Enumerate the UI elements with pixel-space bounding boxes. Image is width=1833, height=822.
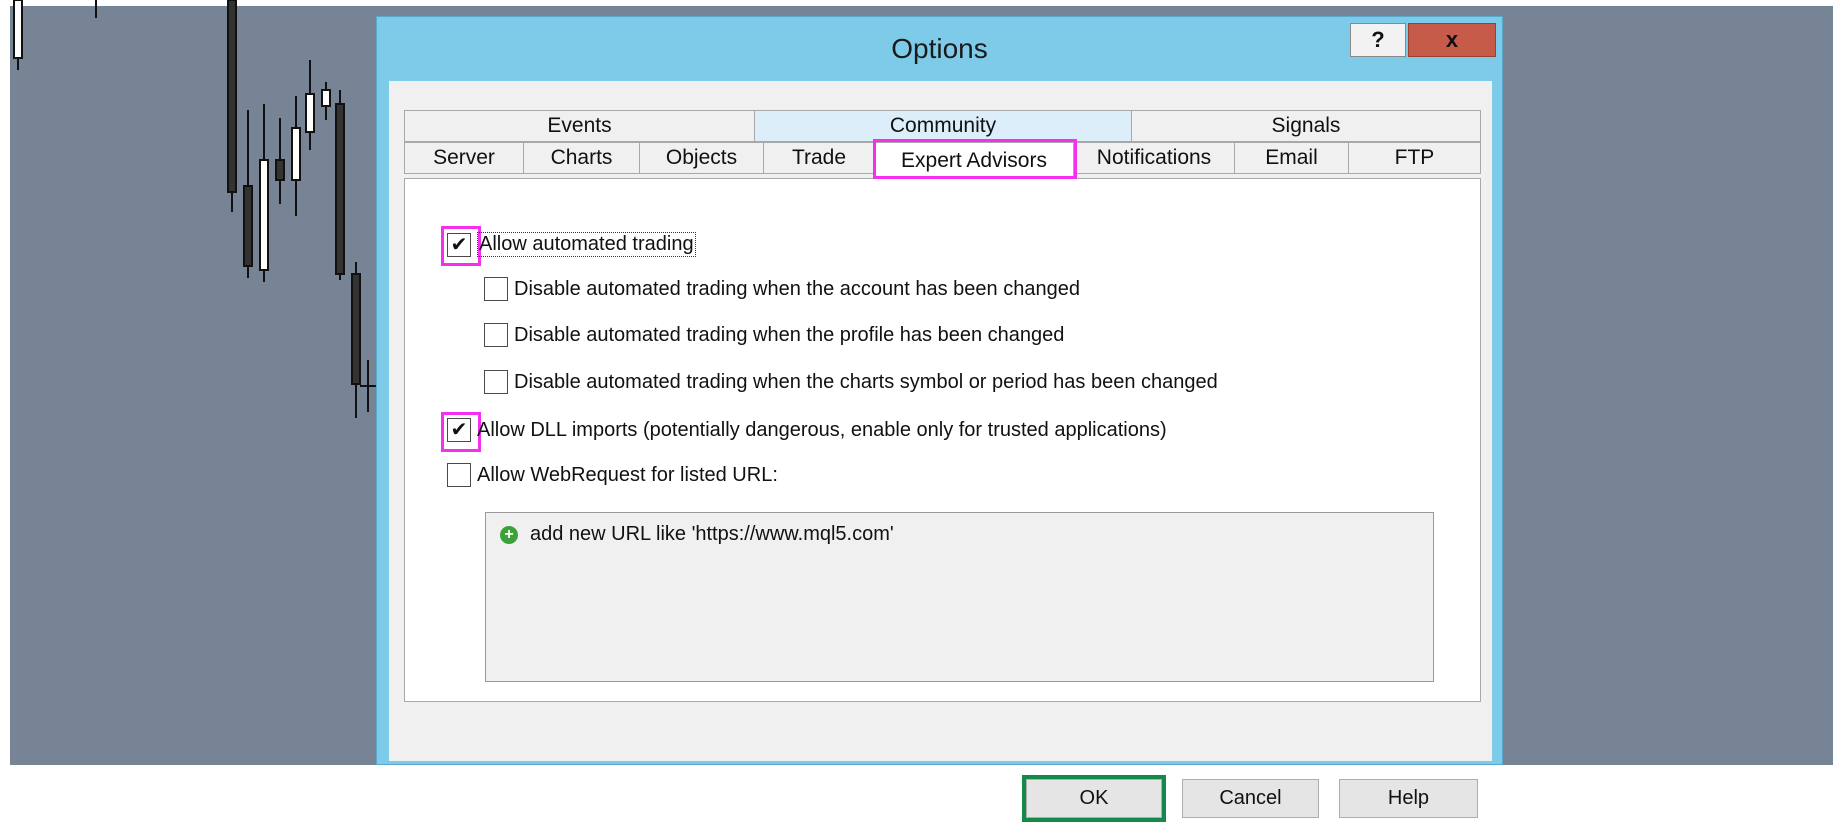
allow-automated-trading-row[interactable]: ✔ Allow automated trading [447, 232, 696, 257]
disable-account-row[interactable]: Disable automated trading when the accou… [484, 277, 1080, 301]
tab-charts[interactable]: Charts [523, 142, 640, 174]
help-icon-button[interactable]: ? [1350, 23, 1406, 57]
tab-objects[interactable]: Objects [639, 142, 764, 174]
tab-community[interactable]: Community [754, 110, 1132, 142]
allow-automated-trading-label: Allow automated trading [477, 232, 696, 257]
checkmark-icon: ✔ [450, 233, 468, 256]
dialog-client-area: Events Community Signals Server Charts O… [389, 81, 1492, 822]
tab-email[interactable]: Email [1234, 142, 1349, 174]
cancel-button[interactable]: Cancel [1182, 779, 1319, 818]
highlight-expert-advisors-tab [873, 139, 1077, 179]
allow-dll-imports-label: Allow DLL imports (potentially dangerous… [477, 418, 1167, 441]
allow-dll-imports-row[interactable]: ✔ Allow DLL imports (potentially dangero… [447, 418, 1167, 442]
close-button[interactable]: x [1408, 23, 1496, 57]
disable-profile-label: Disable automated trading when the profi… [514, 323, 1065, 346]
disable-profile-checkbox[interactable] [484, 323, 508, 347]
add-url-text: add new URL like 'https://www.mql5.com' [530, 523, 894, 545]
tab-ftp[interactable]: FTP [1348, 142, 1481, 174]
add-url-item[interactable]: + add new URL like 'https://www.mql5.com… [500, 523, 894, 546]
tab-events[interactable]: Events [404, 110, 755, 142]
allow-dll-imports-checkbox[interactable]: ✔ [447, 418, 471, 442]
disable-account-checkbox[interactable] [484, 277, 508, 301]
disable-account-label: Disable automated trading when the accou… [514, 277, 1080, 300]
disable-symbol-checkbox[interactable] [484, 370, 508, 394]
options-dialog: Options ? x Events Community Signals Ser… [376, 16, 1503, 822]
allow-webrequest-row[interactable]: Allow WebRequest for listed URL: [447, 463, 778, 487]
tab-signals[interactable]: Signals [1131, 110, 1481, 142]
highlight-ok-button [1022, 775, 1166, 822]
tab-trade[interactable]: Trade [763, 142, 875, 174]
disable-symbol-label: Disable automated trading when the chart… [514, 370, 1218, 393]
checkmark-icon: ✔ [450, 419, 468, 441]
disable-symbol-row[interactable]: Disable automated trading when the chart… [484, 370, 1218, 394]
help-button[interactable]: Help [1339, 779, 1478, 818]
tab-notifications[interactable]: Notifications [1073, 142, 1235, 174]
dialog-title: Options [891, 33, 988, 64]
allow-webrequest-label: Allow WebRequest for listed URL: [477, 463, 778, 486]
url-list[interactable]: + add new URL like 'https://www.mql5.com… [485, 512, 1434, 682]
allow-automated-trading-checkbox[interactable]: ✔ [447, 232, 471, 257]
disable-profile-row[interactable]: Disable automated trading when the profi… [484, 323, 1064, 347]
plus-circle-icon: + [500, 525, 518, 544]
tab-server[interactable]: Server [404, 142, 524, 174]
allow-webrequest-checkbox[interactable] [447, 463, 471, 487]
